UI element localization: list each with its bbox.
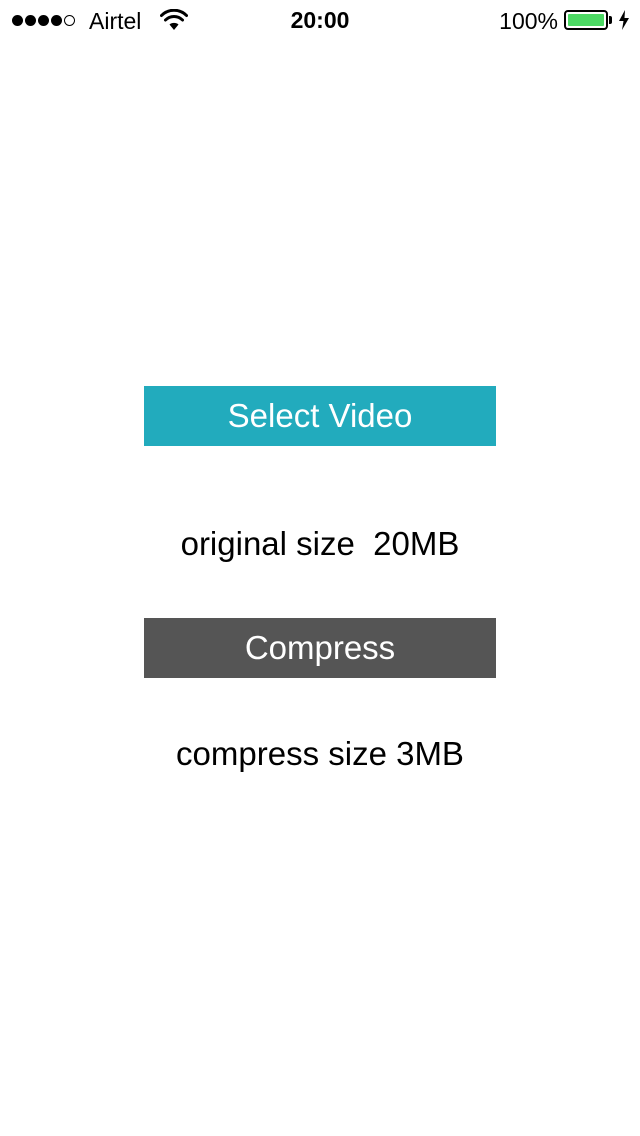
compress-button[interactable]: Compress [144,618,496,678]
select-video-button[interactable]: Select Video [144,386,496,446]
battery-level-fill [568,14,604,26]
original-size-label: original size 20MB [180,525,460,562]
battery-tip [609,16,612,24]
status-bar: Airtel 20:00 100% [0,0,640,40]
compressed-size-label: compress size 3MB [176,735,464,772]
battery-icon [564,10,608,30]
charging-bolt-icon [619,10,629,30]
battery-percentage: 100% [499,8,558,34]
